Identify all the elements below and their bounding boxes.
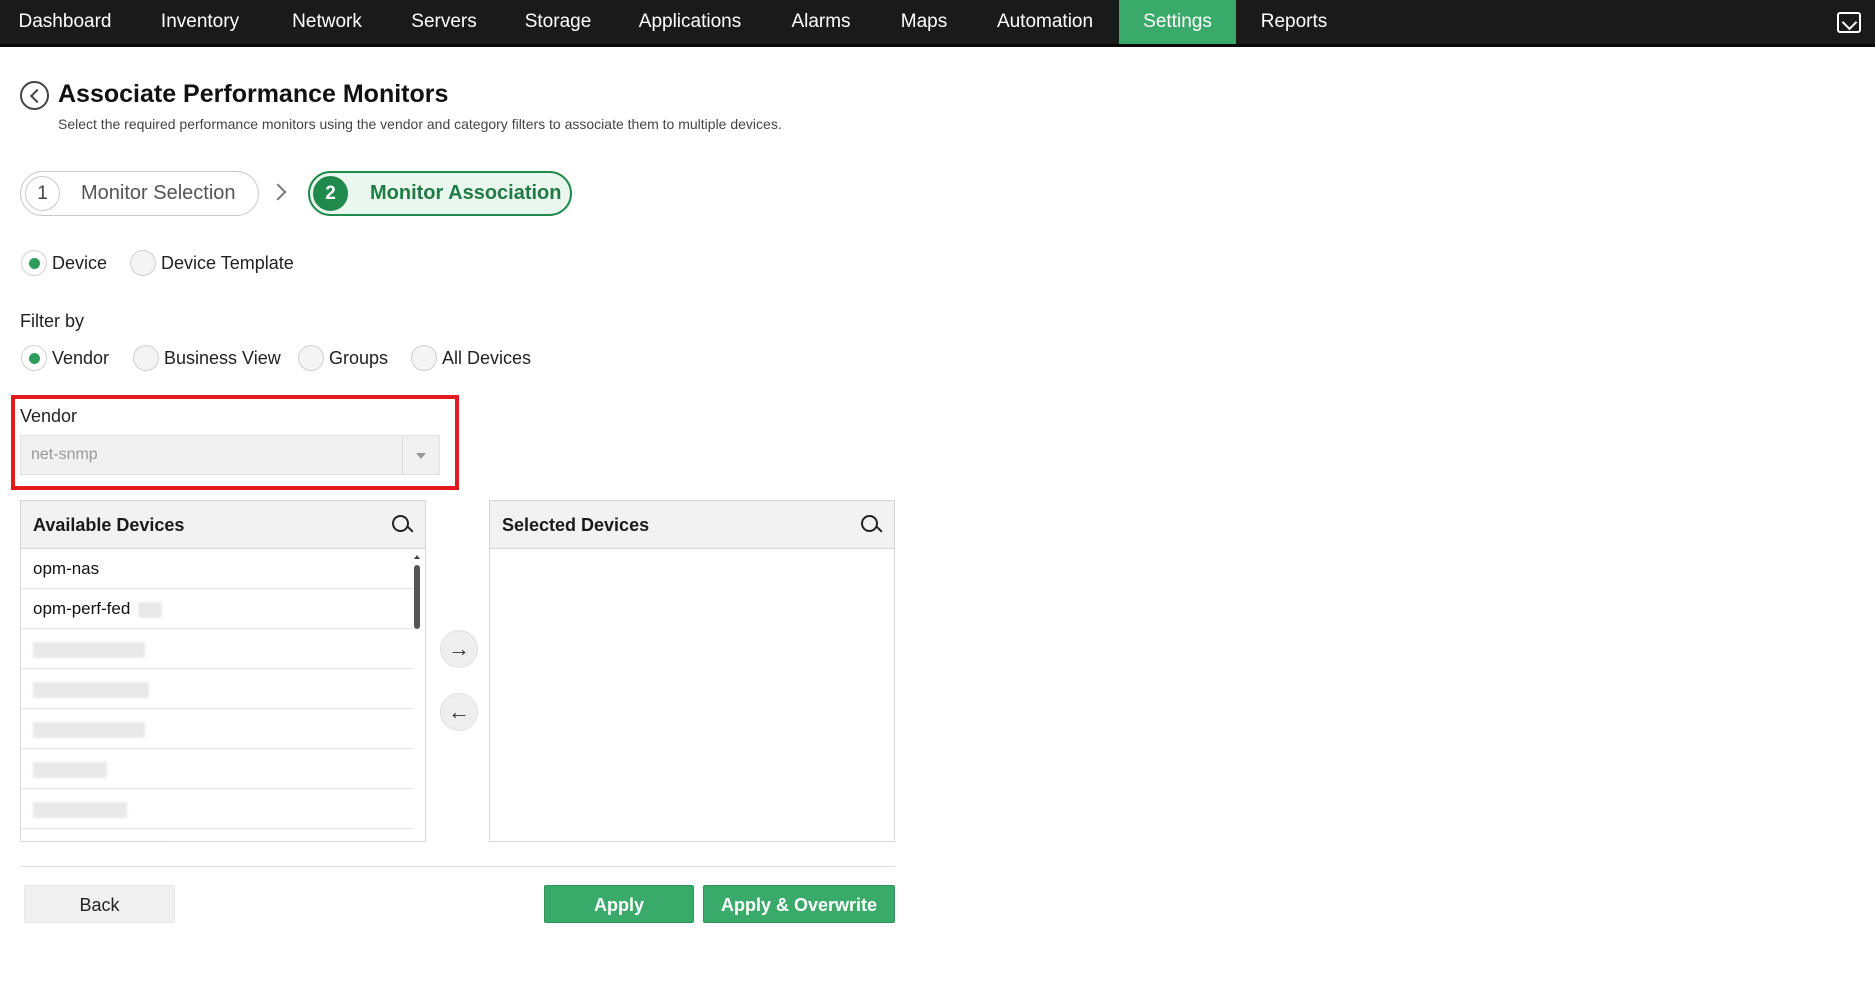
nav-tab-dashboard[interactable]: Dashboard (0, 0, 130, 44)
list-item[interactable]: opm-nas (21, 549, 413, 589)
nav-tab-maps[interactable]: Maps (882, 0, 966, 44)
step-monitor-association[interactable]: 2 Monitor Association (308, 171, 572, 216)
radio-indicator (298, 345, 324, 371)
radio-label: Groups (329, 348, 389, 368)
radio-indicator (130, 250, 156, 276)
list-item[interactable] (21, 669, 413, 709)
panel-title: Available Devices (33, 515, 185, 535)
list-item[interactable] (21, 789, 413, 829)
panel-header: Available Devices (21, 501, 425, 549)
radio-device[interactable]: Device (21, 250, 111, 276)
back-arrow-icon[interactable] (20, 81, 49, 110)
page-subtitle: Select the required performance monitors… (58, 116, 782, 132)
apply-overwrite-button[interactable]: Apply & Overwrite (703, 885, 895, 923)
search-icon[interactable] (860, 514, 882, 536)
footer-divider (20, 866, 895, 867)
redacted-text (33, 642, 145, 658)
vendor-dropdown[interactable]: net-snmp (20, 435, 440, 475)
nav-tab-storage[interactable]: Storage (508, 0, 608, 44)
nav-tab-network[interactable]: Network (272, 0, 382, 44)
radio-label: Device Template (161, 253, 294, 273)
panel-title: Selected Devices (502, 515, 650, 535)
list-item[interactable] (21, 709, 413, 749)
arrow-right-icon: → (448, 636, 470, 661)
move-left-button[interactable]: ← (440, 693, 478, 731)
step-label: Monitor Association (370, 182, 562, 204)
radio-indicator (411, 345, 437, 371)
radio-filter-vendor[interactable]: Vendor (21, 345, 116, 371)
filter-by-label: Filter by (20, 311, 85, 331)
redacted-text (33, 802, 127, 818)
radio-filter-business-view[interactable]: Business View (133, 345, 281, 371)
nav-tab-automation[interactable]: Automation (982, 0, 1108, 44)
scroll-thumb[interactable] (414, 565, 420, 629)
window-menu-icon[interactable] (1837, 12, 1861, 33)
redacted-text (138, 602, 162, 618)
nav-tab-reports[interactable]: Reports (1248, 0, 1340, 44)
vendor-selected-value: net-snmp (31, 446, 98, 463)
radio-label: Device (52, 253, 108, 273)
apply-button[interactable]: Apply (544, 885, 694, 923)
device-name: opm-perf-fed (33, 599, 131, 618)
top-navigation-bar: Dashboard Inventory Network Servers Stor… (0, 0, 1875, 47)
chevron-down-icon[interactable] (402, 436, 439, 474)
list-item[interactable] (21, 749, 413, 789)
available-devices-list: opm-nas opm-perf-fed (21, 549, 413, 841)
nav-tab-applications[interactable]: Applications (625, 0, 755, 44)
step-number: 2 (313, 176, 348, 211)
nav-tab-alarms[interactable]: Alarms (775, 0, 867, 44)
list-item[interactable] (21, 629, 413, 669)
step-monitor-selection[interactable]: 1 Monitor Selection (20, 171, 259, 216)
radio-filter-all-devices[interactable]: All Devices (411, 345, 536, 371)
search-icon[interactable] (391, 514, 413, 536)
available-devices-panel: Available Devices opm-nas opm-perf-fed (20, 500, 426, 842)
step-number: 1 (25, 176, 60, 211)
move-right-button[interactable]: → (440, 630, 478, 668)
radio-label: Vendor (52, 348, 110, 368)
nav-tab-inventory[interactable]: Inventory (143, 0, 257, 44)
radio-label: Business View (164, 348, 281, 368)
selected-devices-panel: Selected Devices (489, 500, 895, 842)
vendor-label: Vendor (20, 406, 78, 426)
list-scrollbar[interactable] (413, 555, 421, 841)
nav-tab-servers[interactable]: Servers (398, 0, 490, 44)
nav-tab-settings[interactable]: Settings (1119, 0, 1236, 44)
radio-indicator (133, 345, 159, 371)
page-title: Associate Performance Monitors (58, 80, 449, 108)
redacted-text (33, 762, 107, 778)
chevron-right-icon (269, 183, 287, 201)
device-name: opm-nas (33, 559, 100, 578)
panel-header: Selected Devices (490, 501, 894, 549)
redacted-text (33, 682, 149, 698)
arrow-left-icon: ← (448, 699, 470, 724)
radio-filter-groups[interactable]: Groups (298, 345, 393, 371)
radio-indicator (21, 345, 47, 371)
radio-device-template[interactable]: Device Template (130, 250, 300, 276)
scroll-up-arrow-icon[interactable] (414, 555, 420, 559)
step-label: Monitor Selection (81, 182, 236, 204)
redacted-text (33, 722, 145, 738)
radio-label: All Devices (442, 348, 532, 368)
list-item[interactable]: opm-perf-fed (21, 589, 413, 629)
list-item[interactable] (21, 829, 413, 841)
radio-indicator (21, 250, 47, 276)
back-button[interactable]: Back (24, 885, 175, 923)
